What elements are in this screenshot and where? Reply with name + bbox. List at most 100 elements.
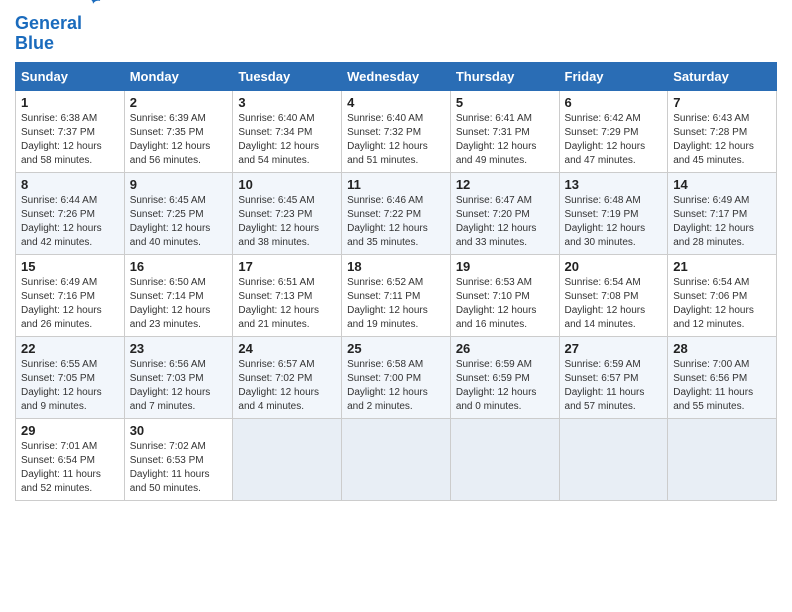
day-number: 19 — [456, 259, 554, 274]
day-number: 9 — [130, 177, 228, 192]
header-sunday: Sunday — [16, 63, 125, 91]
day-info: Sunrise: 6:57 AM Sunset: 7:02 PM Dayligh… — [238, 358, 336, 414]
day-number: 29 — [21, 423, 119, 438]
day-info: Sunrise: 6:48 AM Sunset: 7:19 PM Dayligh… — [565, 194, 663, 250]
calendar-cell — [559, 419, 668, 501]
day-info: Sunrise: 6:59 AM Sunset: 6:59 PM Dayligh… — [456, 358, 554, 414]
day-info: Sunrise: 7:01 AM Sunset: 6:54 PM Dayligh… — [21, 440, 119, 496]
page-header: General Blue — [15, 10, 777, 54]
calendar-cell: 30 Sunrise: 7:02 AM Sunset: 6:53 PM Dayli… — [124, 419, 233, 501]
day-info: Sunrise: 6:56 AM Sunset: 7:03 PM Dayligh… — [130, 358, 228, 414]
logo: General Blue — [15, 14, 82, 54]
calendar-week-4: 22 Sunrise: 6:55 AM Sunset: 7:05 PM Dayli… — [16, 337, 777, 419]
day-info: Sunrise: 6:54 AM Sunset: 7:08 PM Dayligh… — [565, 276, 663, 332]
day-info: Sunrise: 6:51 AM Sunset: 7:13 PM Dayligh… — [238, 276, 336, 332]
calendar-week-1: 1 Sunrise: 6:38 AM Sunset: 7:37 PM Daylig… — [16, 91, 777, 173]
day-info: Sunrise: 6:53 AM Sunset: 7:10 PM Dayligh… — [456, 276, 554, 332]
day-info: Sunrise: 6:44 AM Sunset: 7:26 PM Dayligh… — [21, 194, 119, 250]
logo-bird-icon — [84, 0, 102, 10]
calendar-cell: 8 Sunrise: 6:44 AM Sunset: 7:26 PM Daylig… — [16, 173, 125, 255]
day-info: Sunrise: 6:41 AM Sunset: 7:31 PM Dayligh… — [456, 112, 554, 168]
calendar-header-row: SundayMondayTuesdayWednesdayThursdayFrid… — [16, 63, 777, 91]
day-info: Sunrise: 6:52 AM Sunset: 7:11 PM Dayligh… — [347, 276, 445, 332]
day-info: Sunrise: 6:40 AM Sunset: 7:32 PM Dayligh… — [347, 112, 445, 168]
calendar-cell: 22 Sunrise: 6:55 AM Sunset: 7:05 PM Dayli… — [16, 337, 125, 419]
day-info: Sunrise: 6:49 AM Sunset: 7:16 PM Dayligh… — [21, 276, 119, 332]
calendar-cell: 3Sunrise: 6:40 AM Sunset: 7:34 PM Daylig… — [233, 91, 342, 173]
logo-general: General — [15, 13, 82, 33]
day-info: Sunrise: 7:02 AM Sunset: 6:53 PM Dayligh… — [130, 440, 228, 496]
day-number: 22 — [21, 341, 119, 356]
calendar-cell — [450, 419, 559, 501]
calendar-cell: 29 Sunrise: 7:01 AM Sunset: 6:54 PM Dayli… — [16, 419, 125, 501]
day-info: Sunrise: 6:54 AM Sunset: 7:06 PM Dayligh… — [673, 276, 771, 332]
day-number: 8 — [21, 177, 119, 192]
calendar-cell: 15 Sunrise: 6:49 AM Sunset: 7:16 PM Dayli… — [16, 255, 125, 337]
day-info: Sunrise: 6:58 AM Sunset: 7:00 PM Dayligh… — [347, 358, 445, 414]
calendar-cell: 9Sunrise: 6:45 AM Sunset: 7:25 PM Daylig… — [124, 173, 233, 255]
day-number: 26 — [456, 341, 554, 356]
calendar-cell: 2 Sunrise: 6:39 AM Sunset: 7:35 PM Daylig… — [124, 91, 233, 173]
calendar-cell: 23 Sunrise: 6:56 AM Sunset: 7:03 PM Dayli… — [124, 337, 233, 419]
day-number: 24 — [238, 341, 336, 356]
calendar-week-2: 8 Sunrise: 6:44 AM Sunset: 7:26 PM Daylig… — [16, 173, 777, 255]
day-info: Sunrise: 6:55 AM Sunset: 7:05 PM Dayligh… — [21, 358, 119, 414]
calendar-cell: 7 Sunrise: 6:43 AM Sunset: 7:28 PM Daylig… — [668, 91, 777, 173]
calendar-cell: 25 Sunrise: 6:58 AM Sunset: 7:00 PM Dayli… — [342, 337, 451, 419]
day-info: Sunrise: 6:40 AM Sunset: 7:34 PM Dayligh… — [238, 112, 336, 168]
calendar-cell: 21 Sunrise: 6:54 AM Sunset: 7:06 PM Dayli… — [668, 255, 777, 337]
day-number: 25 — [347, 341, 445, 356]
day-number: 14 — [673, 177, 771, 192]
day-number: 6 — [565, 95, 663, 110]
day-number: 2 — [130, 95, 228, 110]
calendar-cell — [668, 419, 777, 501]
day-number: 10 — [238, 177, 336, 192]
day-number: 18 — [347, 259, 445, 274]
calendar-cell: 24 Sunrise: 6:57 AM Sunset: 7:02 PM Dayli… — [233, 337, 342, 419]
calendar-cell: 18 Sunrise: 6:52 AM Sunset: 7:11 PM Dayli… — [342, 255, 451, 337]
day-number: 28 — [673, 341, 771, 356]
day-info: Sunrise: 6:39 AM Sunset: 7:35 PM Dayligh… — [130, 112, 228, 168]
calendar-cell: 28 Sunrise: 7:00 AM Sunset: 6:56 PM Dayli… — [668, 337, 777, 419]
day-number: 16 — [130, 259, 228, 274]
day-info: Sunrise: 7:00 AM Sunset: 6:56 PM Dayligh… — [673, 358, 771, 414]
calendar-cell: 26 Sunrise: 6:59 AM Sunset: 6:59 PM Dayli… — [450, 337, 559, 419]
day-number: 20 — [565, 259, 663, 274]
calendar-cell: 6 Sunrise: 6:42 AM Sunset: 7:29 PM Daylig… — [559, 91, 668, 173]
day-info: Sunrise: 6:38 AM Sunset: 7:37 PM Dayligh… — [21, 112, 119, 168]
day-info: Sunrise: 6:49 AM Sunset: 7:17 PM Dayligh… — [673, 194, 771, 250]
day-number: 5 — [456, 95, 554, 110]
header-monday: Monday — [124, 63, 233, 91]
day-number: 1 — [21, 95, 119, 110]
day-info: Sunrise: 6:59 AM Sunset: 6:57 PM Dayligh… — [565, 358, 663, 414]
calendar-week-3: 15 Sunrise: 6:49 AM Sunset: 7:16 PM Dayli… — [16, 255, 777, 337]
calendar-cell: 4 Sunrise: 6:40 AM Sunset: 7:32 PM Daylig… — [342, 91, 451, 173]
day-number: 23 — [130, 341, 228, 356]
header-thursday: Thursday — [450, 63, 559, 91]
day-number: 15 — [21, 259, 119, 274]
calendar-table: SundayMondayTuesdayWednesdayThursdayFrid… — [15, 62, 777, 501]
day-number: 27 — [565, 341, 663, 356]
calendar-cell: 10Sunrise: 6:45 AM Sunset: 7:23 PM Dayli… — [233, 173, 342, 255]
calendar-cell: 12Sunrise: 6:47 AM Sunset: 7:20 PM Dayli… — [450, 173, 559, 255]
day-number: 17 — [238, 259, 336, 274]
day-number: 21 — [673, 259, 771, 274]
header-friday: Friday — [559, 63, 668, 91]
header-saturday: Saturday — [668, 63, 777, 91]
header-tuesday: Tuesday — [233, 63, 342, 91]
calendar-cell — [342, 419, 451, 501]
day-info: Sunrise: 6:42 AM Sunset: 7:29 PM Dayligh… — [565, 112, 663, 168]
calendar-cell: 13Sunrise: 6:48 AM Sunset: 7:19 PM Dayli… — [559, 173, 668, 255]
day-number: 7 — [673, 95, 771, 110]
day-info: Sunrise: 6:43 AM Sunset: 7:28 PM Dayligh… — [673, 112, 771, 168]
calendar-cell: 14 Sunrise: 6:49 AM Sunset: 7:17 PM Dayli… — [668, 173, 777, 255]
header-wednesday: Wednesday — [342, 63, 451, 91]
calendar-cell: 5 Sunrise: 6:41 AM Sunset: 7:31 PM Daylig… — [450, 91, 559, 173]
day-number: 4 — [347, 95, 445, 110]
day-info: Sunrise: 6:50 AM Sunset: 7:14 PM Dayligh… — [130, 276, 228, 332]
day-number: 30 — [130, 423, 228, 438]
calendar-week-5: 29 Sunrise: 7:01 AM Sunset: 6:54 PM Dayli… — [16, 419, 777, 501]
calendar-cell: 11Sunrise: 6:46 AM Sunset: 7:22 PM Dayli… — [342, 173, 451, 255]
logo-blue: Blue — [15, 33, 54, 53]
day-info: Sunrise: 6:46 AM Sunset: 7:22 PM Dayligh… — [347, 194, 445, 250]
